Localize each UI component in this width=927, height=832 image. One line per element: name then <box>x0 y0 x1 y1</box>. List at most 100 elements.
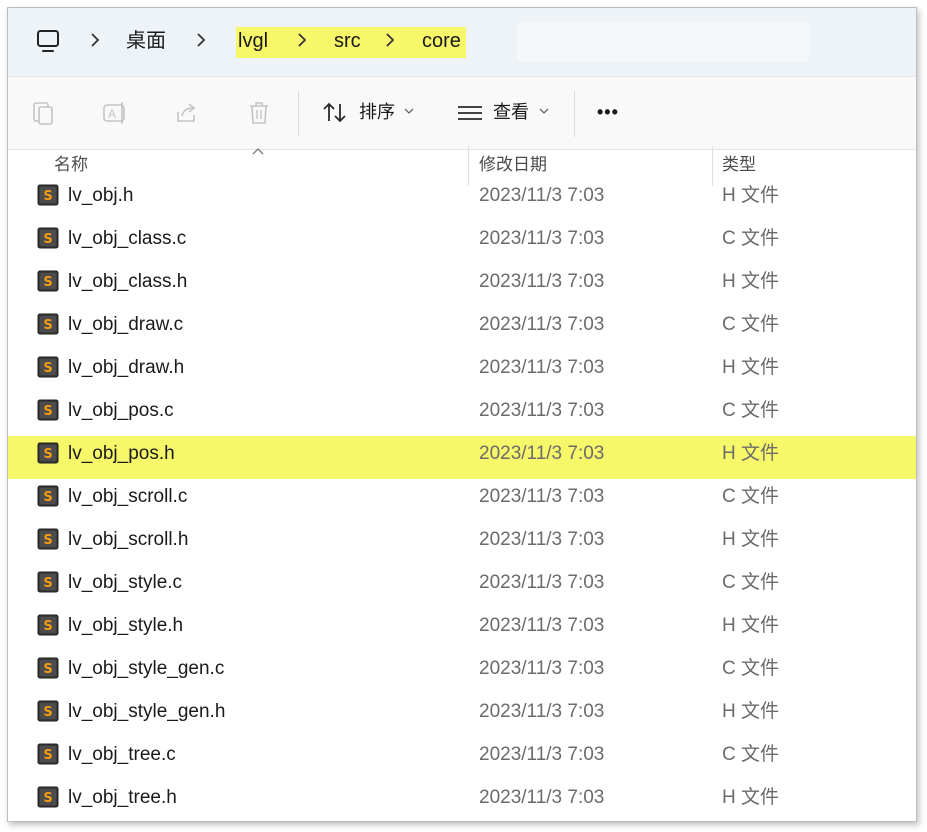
file-row[interactable]: Slv_obj_class.h 2023/11/3 7:03 H 文件 <box>8 264 916 307</box>
file-date: 2023/11/3 7:03 <box>479 443 605 464</box>
file-date: 2023/11/3 7:03 <box>479 486 605 507</box>
column-header-type[interactable]: 类型 <box>722 154 756 176</box>
file-date: 2023/11/3 7:03 <box>479 658 605 679</box>
svg-text:S: S <box>43 189 52 204</box>
file-name: lv_obj_draw.h <box>68 357 185 378</box>
chevron-right-icon[interactable] <box>194 30 208 50</box>
sublime-file-icon: S <box>37 227 59 249</box>
file-type: C 文件 <box>722 486 780 507</box>
chevron-right-icon[interactable] <box>295 30 309 50</box>
search-input[interactable] <box>517 22 809 62</box>
sublime-file-icon: S <box>37 442 59 464</box>
file-name: lv_obj_scroll.c <box>68 486 188 507</box>
file-row[interactable]: Slv_obj_draw.c 2023/11/3 7:03 C 文件 <box>8 307 916 350</box>
svg-text:S: S <box>43 533 52 548</box>
file-list: Slv_obj.h 2023/11/3 7:03 H 文件 Slv_obj_clas… <box>8 178 916 821</box>
file-type: H 文件 <box>722 357 780 378</box>
file-date: 2023/11/3 7:03 <box>479 744 605 765</box>
file-name: lv_obj_style.h <box>68 615 184 636</box>
sort-icon[interactable] <box>321 99 349 127</box>
sublime-file-icon: S <box>37 356 59 378</box>
sublime-file-icon: S <box>37 743 59 765</box>
file-type: C 文件 <box>722 658 780 679</box>
svg-text:S: S <box>43 791 52 806</box>
file-date: 2023/11/3 7:03 <box>479 615 605 636</box>
chevron-right-icon[interactable] <box>383 30 397 50</box>
file-type: C 文件 <box>722 744 780 765</box>
sublime-file-icon: S <box>37 184 59 206</box>
column-header-name[interactable]: 名称 <box>54 154 88 176</box>
svg-text:S: S <box>43 318 52 333</box>
file-name: lv_obj_pos.c <box>68 400 174 421</box>
sublime-file-icon: S <box>37 485 59 507</box>
file-row[interactable]: Slv_obj_style.c 2023/11/3 7:03 C 文件 <box>8 565 916 608</box>
sublime-file-icon: S <box>37 786 59 808</box>
file-name: lv_obj_draw.c <box>68 314 184 335</box>
sublime-file-icon: S <box>37 528 59 550</box>
file-type: C 文件 <box>722 228 780 249</box>
file-row[interactable]: Slv_obj_tree.h 2023/11/3 7:03 H 文件 <box>8 780 916 821</box>
file-date: 2023/11/3 7:03 <box>479 400 605 421</box>
file-date: 2023/11/3 7:03 <box>479 529 605 550</box>
file-explorer-window: 桌面 lvgl src core A 排序 查看 ••• 名称 修改日期 类型 … <box>7 7 917 822</box>
svg-text:A: A <box>108 107 116 121</box>
file-row[interactable]: Slv_obj_scroll.h 2023/11/3 7:03 H 文件 <box>8 522 916 565</box>
sublime-file-icon: S <box>37 614 59 636</box>
more-options-button[interactable]: ••• <box>597 100 619 124</box>
file-type: H 文件 <box>722 787 780 808</box>
file-name: lv_obj.h <box>68 185 134 206</box>
svg-text:S: S <box>43 748 52 763</box>
sublime-file-icon: S <box>37 270 59 292</box>
breadcrumb-src[interactable]: src <box>334 28 361 54</box>
sublime-file-icon: S <box>37 657 59 679</box>
chevron-down-icon[interactable] <box>539 107 549 115</box>
file-row[interactable]: Slv_obj_class.c 2023/11/3 7:03 C 文件 <box>8 221 916 264</box>
file-date: 2023/11/3 7:03 <box>479 572 605 593</box>
chevron-right-icon[interactable] <box>88 30 102 50</box>
file-type: C 文件 <box>722 314 780 335</box>
file-name: lv_obj_style.c <box>68 572 183 593</box>
file-type: H 文件 <box>722 615 780 636</box>
file-row[interactable]: Slv_obj_style_gen.h 2023/11/3 7:03 H 文件 <box>8 694 916 737</box>
file-row[interactable]: Slv_obj.h 2023/11/3 7:03 H 文件 <box>8 178 916 221</box>
toolbar-divider <box>574 91 575 137</box>
share-icon[interactable] <box>173 99 201 127</box>
address-bar[interactable]: 桌面 lvgl src core <box>8 8 916 77</box>
view-icon[interactable] <box>456 99 484 127</box>
file-type: H 文件 <box>722 529 780 550</box>
file-date: 2023/11/3 7:03 <box>479 228 605 249</box>
svg-text:S: S <box>43 404 52 419</box>
view-button[interactable]: 查看 <box>493 100 529 124</box>
sublime-file-icon: S <box>37 399 59 421</box>
file-row[interactable]: Slv_obj_tree.c 2023/11/3 7:03 C 文件 <box>8 737 916 780</box>
copy-icon[interactable] <box>29 99 57 127</box>
file-name: lv_obj_tree.h <box>68 787 177 808</box>
computer-icon[interactable] <box>35 28 61 54</box>
file-row-highlighted[interactable]: Slv_obj_pos.h 2023/11/3 7:03 H 文件 <box>8 436 916 479</box>
rename-icon[interactable]: A <box>101 99 129 127</box>
file-name: lv_obj_scroll.h <box>68 529 189 550</box>
delete-icon[interactable] <box>245 99 273 127</box>
file-date: 2023/11/3 7:03 <box>479 185 605 206</box>
file-row[interactable]: Slv_obj_pos.c 2023/11/3 7:03 C 文件 <box>8 393 916 436</box>
sublime-file-icon: S <box>37 700 59 722</box>
breadcrumb-desktop[interactable]: 桌面 <box>126 28 166 54</box>
file-row[interactable]: Slv_obj_draw.h 2023/11/3 7:03 H 文件 <box>8 350 916 393</box>
file-type: H 文件 <box>722 443 780 464</box>
file-name: lv_obj_style_gen.h <box>68 701 226 722</box>
file-date: 2023/11/3 7:03 <box>479 271 605 292</box>
breadcrumb-lvgl[interactable]: lvgl <box>238 28 268 54</box>
file-name: lv_obj_class.c <box>68 228 187 249</box>
sort-ascending-icon <box>252 148 264 155</box>
file-row[interactable]: Slv_obj_style.h 2023/11/3 7:03 H 文件 <box>8 608 916 651</box>
breadcrumb-core[interactable]: core <box>422 28 461 54</box>
file-row[interactable]: Slv_obj_scroll.c 2023/11/3 7:03 C 文件 <box>8 479 916 522</box>
file-name: lv_obj_tree.c <box>68 744 176 765</box>
chevron-down-icon[interactable] <box>404 107 414 115</box>
svg-text:S: S <box>43 447 52 462</box>
svg-text:S: S <box>43 361 52 376</box>
svg-text:S: S <box>43 275 52 290</box>
file-row[interactable]: Slv_obj_style_gen.c 2023/11/3 7:03 C 文件 <box>8 651 916 694</box>
column-header-date[interactable]: 修改日期 <box>479 154 547 176</box>
sort-button[interactable]: 排序 <box>359 100 395 124</box>
